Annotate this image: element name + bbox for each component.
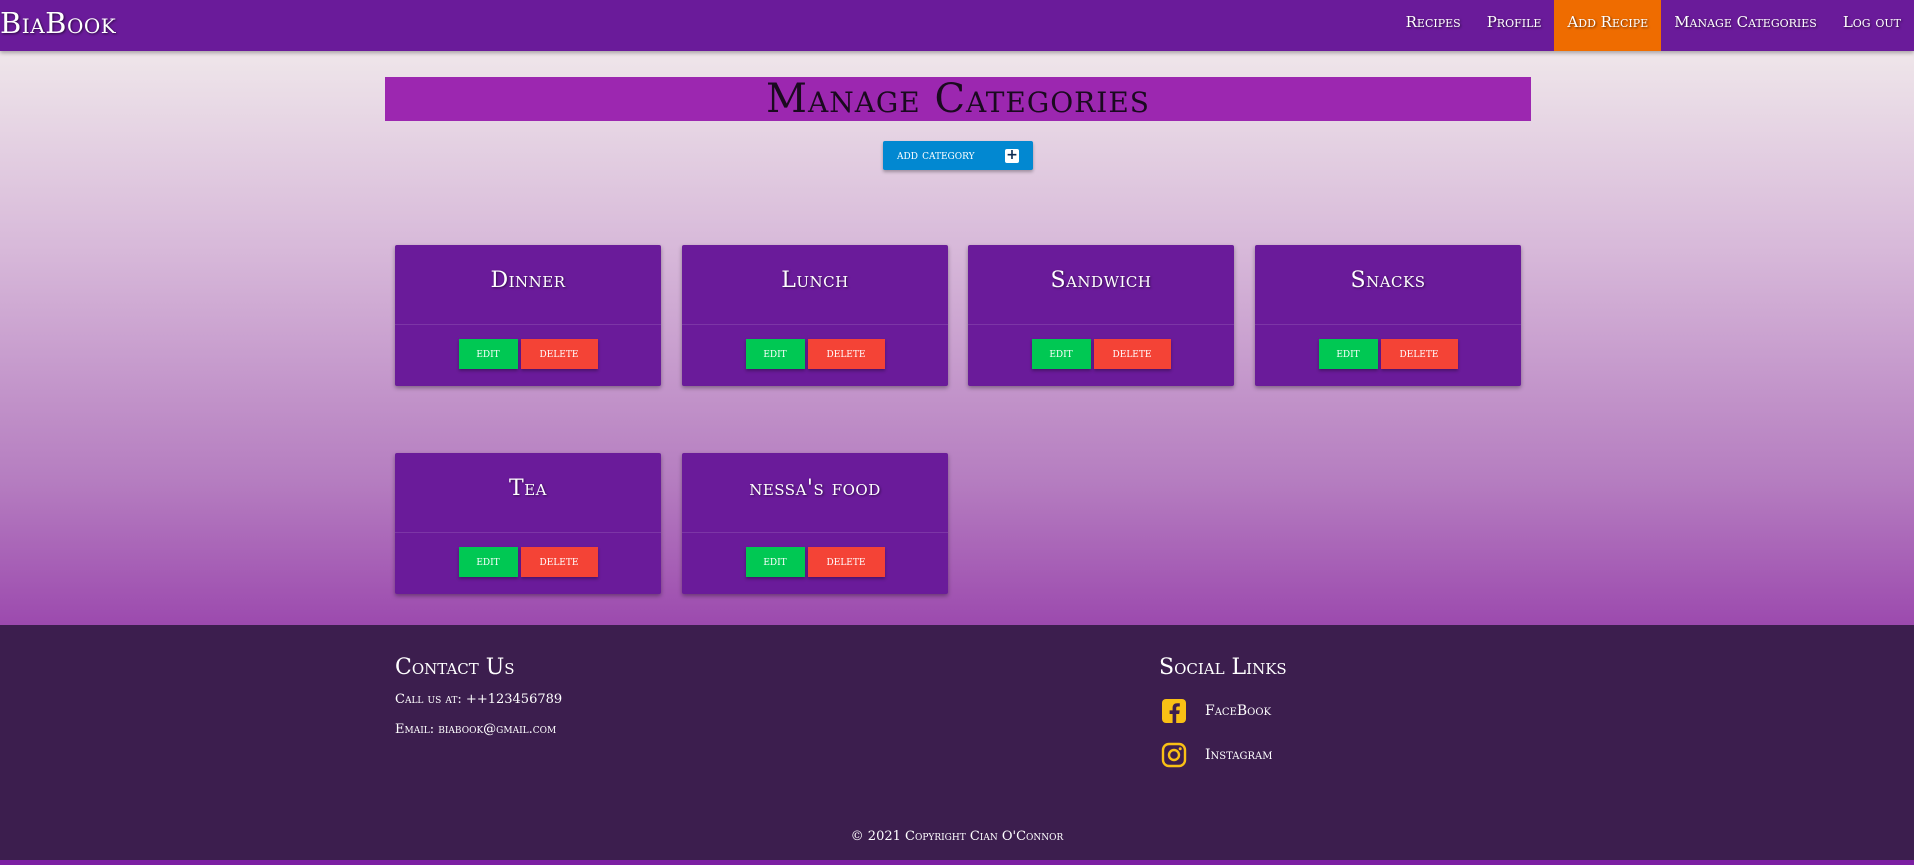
copyright: © 2021 Copyright Cian O'Connor (850, 829, 1064, 844)
delete-button[interactable]: DELETE (1380, 339, 1458, 369)
plus-icon: + (1005, 147, 1019, 163)
facebook-label: FaceBook (1205, 703, 1272, 719)
social-title: Social Links (1159, 655, 1287, 680)
contact-phone: Call us at: ++123456789 (395, 692, 563, 707)
delete-button[interactable]: DELETE (520, 339, 598, 369)
edit-button[interactable]: EDIT (458, 339, 518, 369)
category-name: Tea (395, 453, 661, 533)
facebook-icon (1162, 699, 1186, 723)
edit-button[interactable]: EDIT (1031, 339, 1091, 369)
category-card: Tea EDIT DELETE (395, 453, 661, 594)
card-actions: EDIT DELETE (395, 325, 661, 369)
add-category-label: ADD CATEGORY (897, 148, 975, 163)
edit-button[interactable]: EDIT (1318, 339, 1378, 369)
category-card: nessa's food EDIT DELETE (682, 453, 948, 594)
edit-button[interactable]: EDIT (458, 547, 518, 577)
edit-button[interactable]: EDIT (745, 547, 805, 577)
edit-button[interactable]: EDIT (745, 339, 805, 369)
social-link-facebook[interactable]: FaceBook (1159, 696, 1287, 726)
category-name: Lunch (682, 245, 948, 325)
nav-links: Recipes Profile Add Recipe Manage Catego… (1393, 0, 1914, 51)
nav-link-recipes[interactable]: Recipes (1393, 0, 1474, 51)
social-section: Social Links FaceBook Instagram (1159, 655, 1287, 770)
main-content: Manage Categories ADD CATEGORY + Dinner … (0, 51, 1914, 625)
category-name: Dinner (395, 245, 661, 325)
card-actions: EDIT DELETE (682, 325, 948, 369)
contact-title: Contact Us (395, 655, 515, 680)
contact-email: Email: biabook@gmail.com (395, 722, 557, 737)
card-actions: EDIT DELETE (1255, 325, 1521, 369)
delete-button[interactable]: DELETE (1093, 339, 1171, 369)
nav-link-manage-categories[interactable]: Manage Categories (1661, 0, 1830, 51)
category-card: Lunch EDIT DELETE (682, 245, 948, 386)
brand-logo[interactable]: BiaBook (0, 6, 116, 40)
card-actions: EDIT DELETE (682, 533, 948, 577)
page-title-bar: Manage Categories (385, 77, 1531, 121)
page-title: Manage Categories (766, 76, 1150, 122)
contact-section: Contact Us Call us at: ++123456789 Email… (395, 655, 562, 737)
delete-button[interactable]: DELETE (807, 547, 885, 577)
top-navbar: BiaBook Recipes Profile Add Recipe Manag… (0, 0, 1914, 51)
nav-link-log-out[interactable]: Log out (1830, 0, 1914, 51)
add-category-button[interactable]: ADD CATEGORY + (883, 141, 1033, 170)
instagram-icon (1161, 742, 1187, 768)
footer: Contact Us Call us at: ++123456789 Email… (0, 625, 1914, 865)
category-name: Sandwich (968, 245, 1234, 325)
nav-link-profile[interactable]: Profile (1474, 0, 1555, 51)
category-card: Sandwich EDIT DELETE (968, 245, 1234, 386)
delete-button[interactable]: DELETE (520, 547, 598, 577)
card-actions: EDIT DELETE (395, 533, 661, 577)
card-actions: EDIT DELETE (968, 325, 1234, 369)
social-link-instagram[interactable]: Instagram (1159, 740, 1287, 770)
instagram-label: Instagram (1205, 747, 1273, 763)
delete-button[interactable]: DELETE (807, 339, 885, 369)
category-name: nessa's food (682, 453, 948, 533)
category-card: Snacks EDIT DELETE (1255, 245, 1521, 386)
nav-link-add-recipe[interactable]: Add Recipe (1554, 0, 1662, 51)
category-card: Dinner EDIT DELETE (395, 245, 661, 386)
category-name: Snacks (1255, 245, 1521, 325)
